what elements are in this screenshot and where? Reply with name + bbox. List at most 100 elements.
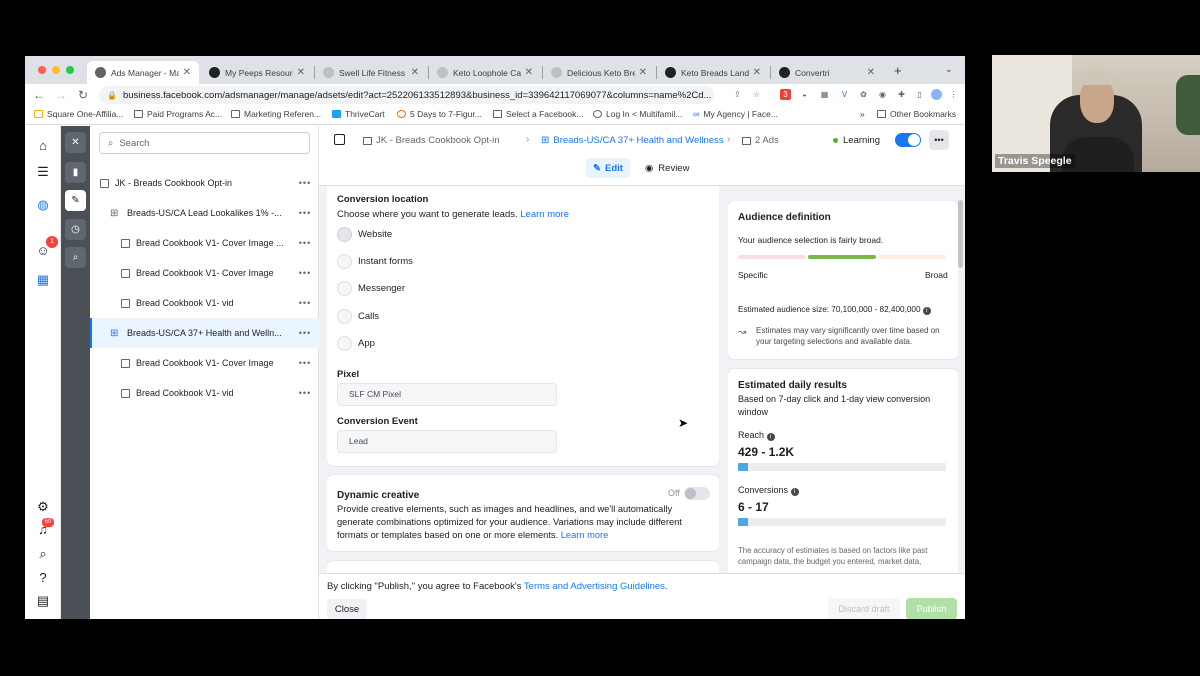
settings-gear-icon[interactable]: ⚙ [35, 499, 51, 515]
home-icon[interactable]: ⌂ [35, 138, 51, 154]
browser-tab-keto-breads[interactable]: Keto Breads Land ✕ [657, 61, 769, 84]
tab-review[interactable]: ◉ Review [645, 158, 689, 178]
report-icon[interactable]: ▤ [35, 593, 51, 609]
close-window-button[interactable] [38, 66, 46, 74]
conversion-event-select[interactable]: Lead [337, 430, 557, 453]
extension-grid-icon[interactable]: ▦ [819, 89, 830, 100]
extension-leaf-icon[interactable]: ✿ [858, 89, 869, 100]
tab-close-icon[interactable]: ✕ [411, 67, 419, 78]
row-more-icon[interactable]: ••• [291, 328, 319, 338]
breadcrumb-ads[interactable]: 2 Ads [742, 135, 779, 146]
pixel-select[interactable]: SLF CM Pixel [337, 383, 557, 406]
browser-tab-keto-loophole[interactable]: Keto Loophole Cal ✕ [429, 61, 541, 84]
adset-toggle[interactable] [895, 133, 921, 147]
breadcrumb-adset[interactable]: ⊞ Breads-US/CA 37+ Health and Wellness [541, 135, 724, 146]
browser-tab-swell-life[interactable]: Swell Life Fitness ✕ [315, 61, 427, 84]
info-icon[interactable]: i [922, 307, 931, 315]
tab-close-icon[interactable]: ✕ [183, 67, 191, 78]
bookmark-multifamily[interactable]: Log In < Multifamil... [593, 109, 682, 119]
help-icon[interactable]: ? [35, 570, 51, 586]
bookmark-square-one[interactable]: Square One-Affilia... [34, 109, 123, 119]
profile-avatar-icon[interactable] [931, 89, 942, 100]
tree-row-adset-health-wellness[interactable]: ⊞ Breads-US/CA 37+ Health and Welln... •… [90, 318, 319, 348]
bookmark-star-icon[interactable]: ☆ [751, 89, 762, 100]
breadcrumb-campaign[interactable]: JK - Breads Cookbook Opt-in [363, 135, 500, 146]
tab-close-icon[interactable]: ✕ [867, 67, 875, 78]
learn-more-link[interactable]: Learn more [520, 209, 569, 220]
bookmarks-overflow-button[interactable]: » [860, 109, 865, 119]
row-more-icon[interactable]: ••• [291, 358, 319, 368]
close-editor-icon[interactable]: ✕ [65, 132, 86, 153]
browser-tab-ads-manager[interactable]: Ads Manager - Ma ✕ [87, 61, 199, 84]
learn-more-link[interactable]: Learn more [561, 530, 609, 540]
bookmark-5-days[interactable]: 5 Days to 7-Figur... [397, 109, 482, 119]
bookmark-select-facebook[interactable]: Select a Facebook... [493, 109, 584, 119]
side-panel-icon[interactable]: ▯ [914, 89, 925, 100]
bookmark-marketing-referen[interactable]: Marketing Referen... [231, 109, 321, 119]
history-clock-icon[interactable]: ◷ [65, 219, 86, 240]
extension-camera-icon[interactable]: ◉ [877, 89, 888, 100]
browser-tab-my-peeps[interactable]: My Peeps Resourc ✕ [201, 61, 313, 84]
table-icon[interactable]: ▦ [35, 272, 51, 288]
tree-row-ad[interactable]: Bread Cookbook V1- Cover Image ••• [90, 258, 319, 288]
row-more-icon[interactable]: ••• [291, 238, 319, 248]
bookmark-my-agency[interactable]: ∞ My Agency | Face... [693, 109, 778, 119]
radio-calls[interactable]: Calls [337, 309, 379, 324]
row-more-icon[interactable]: ••• [291, 298, 319, 308]
discard-draft-button[interactable]: Discard draft [828, 598, 900, 619]
browser-menu-icon[interactable]: ⋮ [948, 89, 959, 100]
reload-icon[interactable]: ↻ [72, 88, 94, 102]
sidebar-scrollbar[interactable] [958, 200, 963, 268]
new-tab-button[interactable]: + [894, 63, 902, 78]
tree-search-input[interactable]: ⌕ Search [99, 132, 310, 154]
tab-edit[interactable]: ✎ Edit [586, 158, 630, 178]
tab-search-chevron-down-icon[interactable]: ⌄ [945, 64, 953, 75]
tab-close-icon[interactable]: ✕ [525, 67, 533, 78]
publish-button[interactable]: Publish [906, 598, 957, 619]
tab-close-icon[interactable]: ✕ [297, 67, 305, 78]
row-more-icon[interactable]: ••• [291, 178, 319, 188]
search-icon[interactable]: ⌕ [35, 546, 51, 562]
radio-messenger[interactable]: Messenger [337, 281, 405, 296]
back-arrow-icon[interactable]: ← [28, 88, 50, 102]
info-icon[interactable]: i [790, 488, 799, 496]
toggle-panel-icon[interactable] [334, 134, 345, 145]
maximize-window-button[interactable] [66, 66, 74, 74]
info-icon[interactable]: i [766, 433, 775, 441]
terms-link[interactable]: Terms and Advertising Guidelines [524, 581, 665, 592]
minimize-window-button[interactable] [52, 66, 60, 74]
edit-pencil-icon[interactable]: ✎ [65, 190, 86, 211]
tab-close-icon[interactable]: ✕ [753, 67, 761, 78]
extension-v-icon[interactable]: V [839, 89, 850, 100]
browser-tab-convertri[interactable]: Convertri ✕ [771, 61, 883, 84]
tree-row-adset-lookalikes[interactable]: ⊞ Breads-US/CA Lead Lookalikes 1% -... •… [90, 198, 319, 228]
extension-car-icon[interactable]: ◒ [799, 89, 810, 100]
close-button[interactable]: Close [327, 599, 367, 619]
tree-row-ad[interactable]: Bread Cookbook V1- Cover Image ••• [90, 348, 319, 378]
row-more-icon[interactable]: ••• [291, 388, 319, 398]
share-icon[interactable]: ⇪ [732, 89, 743, 100]
radio-app[interactable]: App [337, 336, 375, 351]
account-logo-icon[interactable]: ◍ [35, 197, 51, 213]
bookmark-paid-programs[interactable]: Paid Programs Ac... [134, 109, 222, 119]
tree-row-ad[interactable]: Bread Cookbook V1- vid ••• [90, 378, 319, 408]
tab-close-icon[interactable]: ✕ [639, 67, 647, 78]
tree-row-campaign[interactable]: JK - Breads Cookbook Opt-in ••• [90, 168, 319, 198]
dynamic-creative-toggle[interactable] [684, 487, 710, 500]
row-more-icon[interactable]: ••• [291, 268, 319, 278]
radio-instant-forms[interactable]: Instant forms [337, 254, 413, 269]
menu-icon[interactable]: ☰ [35, 164, 51, 180]
extension-icon[interactable]: 3 [780, 89, 791, 100]
tree-row-ad[interactable]: Bread Cookbook V1- Cover Image ... ••• [90, 228, 319, 258]
zoom-search-icon[interactable]: ⌕ [65, 247, 86, 268]
chart-icon[interactable]: ▮ [65, 162, 86, 183]
extensions-puzzle-icon[interactable]: ✚ [896, 89, 907, 100]
forward-arrow-icon[interactable]: → [50, 88, 72, 102]
address-bar[interactable]: 🔒 business.facebook.com/adsmanager/manag… [99, 86, 714, 104]
other-bookmarks[interactable]: Other Bookmarks [877, 109, 956, 119]
radio-website[interactable]: Website [337, 227, 392, 242]
browser-tab-delicious-keto[interactable]: Delicious Keto Bre ✕ [543, 61, 655, 84]
tree-row-ad[interactable]: Bread Cookbook V1- vid ••• [90, 288, 319, 318]
bookmark-thrivecart[interactable]: ThriveCart [332, 109, 385, 119]
more-options-button[interactable]: ••• [929, 130, 949, 150]
